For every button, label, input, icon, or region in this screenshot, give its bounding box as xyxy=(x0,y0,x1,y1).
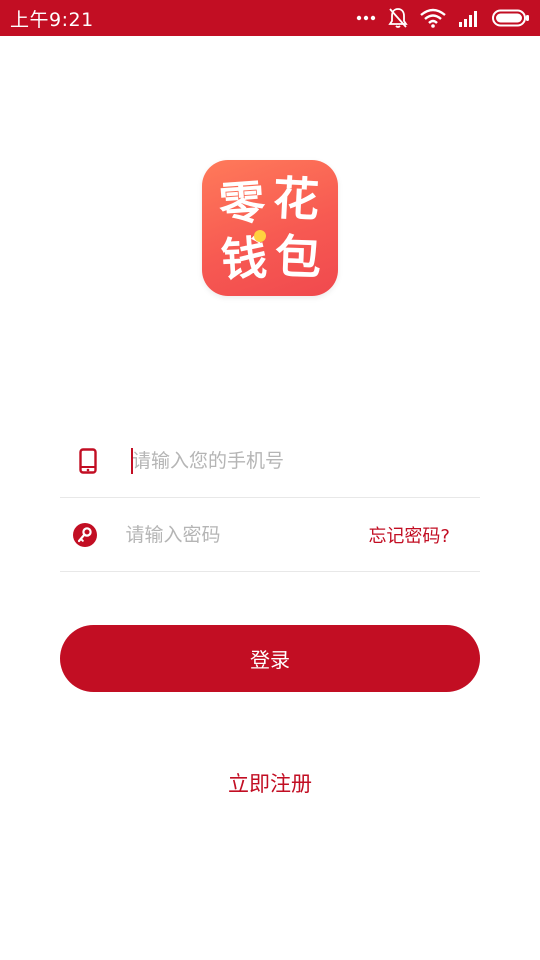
login-button[interactable]: 登录 xyxy=(60,625,480,692)
logo-char: 零 xyxy=(217,174,267,232)
logo-char: 包 xyxy=(274,229,322,285)
password-row: 忘记密码? xyxy=(60,498,480,572)
forgot-password-link[interactable]: 忘记密码? xyxy=(368,522,450,548)
battery-icon xyxy=(492,9,530,27)
wifi-icon xyxy=(420,8,446,28)
text-caret xyxy=(131,448,133,474)
status-time: 上午9:21 xyxy=(10,8,94,31)
logo-char: 花 xyxy=(271,170,321,228)
more-dots-icon xyxy=(356,14,376,22)
mute-bell-icon xyxy=(388,7,408,29)
register-link[interactable]: 立即注册 xyxy=(0,768,540,798)
logo-char: 钱 xyxy=(219,230,269,288)
logo-dot xyxy=(254,230,266,242)
key-icon xyxy=(60,522,109,548)
status-icons xyxy=(356,7,530,29)
status-bar: 上午9:21 xyxy=(0,0,540,36)
phone-input[interactable] xyxy=(132,440,480,481)
app-logo: 零 花 钱 包 xyxy=(202,160,338,296)
signal-icon xyxy=(458,9,480,27)
password-input[interactable] xyxy=(125,514,369,555)
phone-row xyxy=(60,424,480,498)
phone-icon xyxy=(60,447,116,474)
